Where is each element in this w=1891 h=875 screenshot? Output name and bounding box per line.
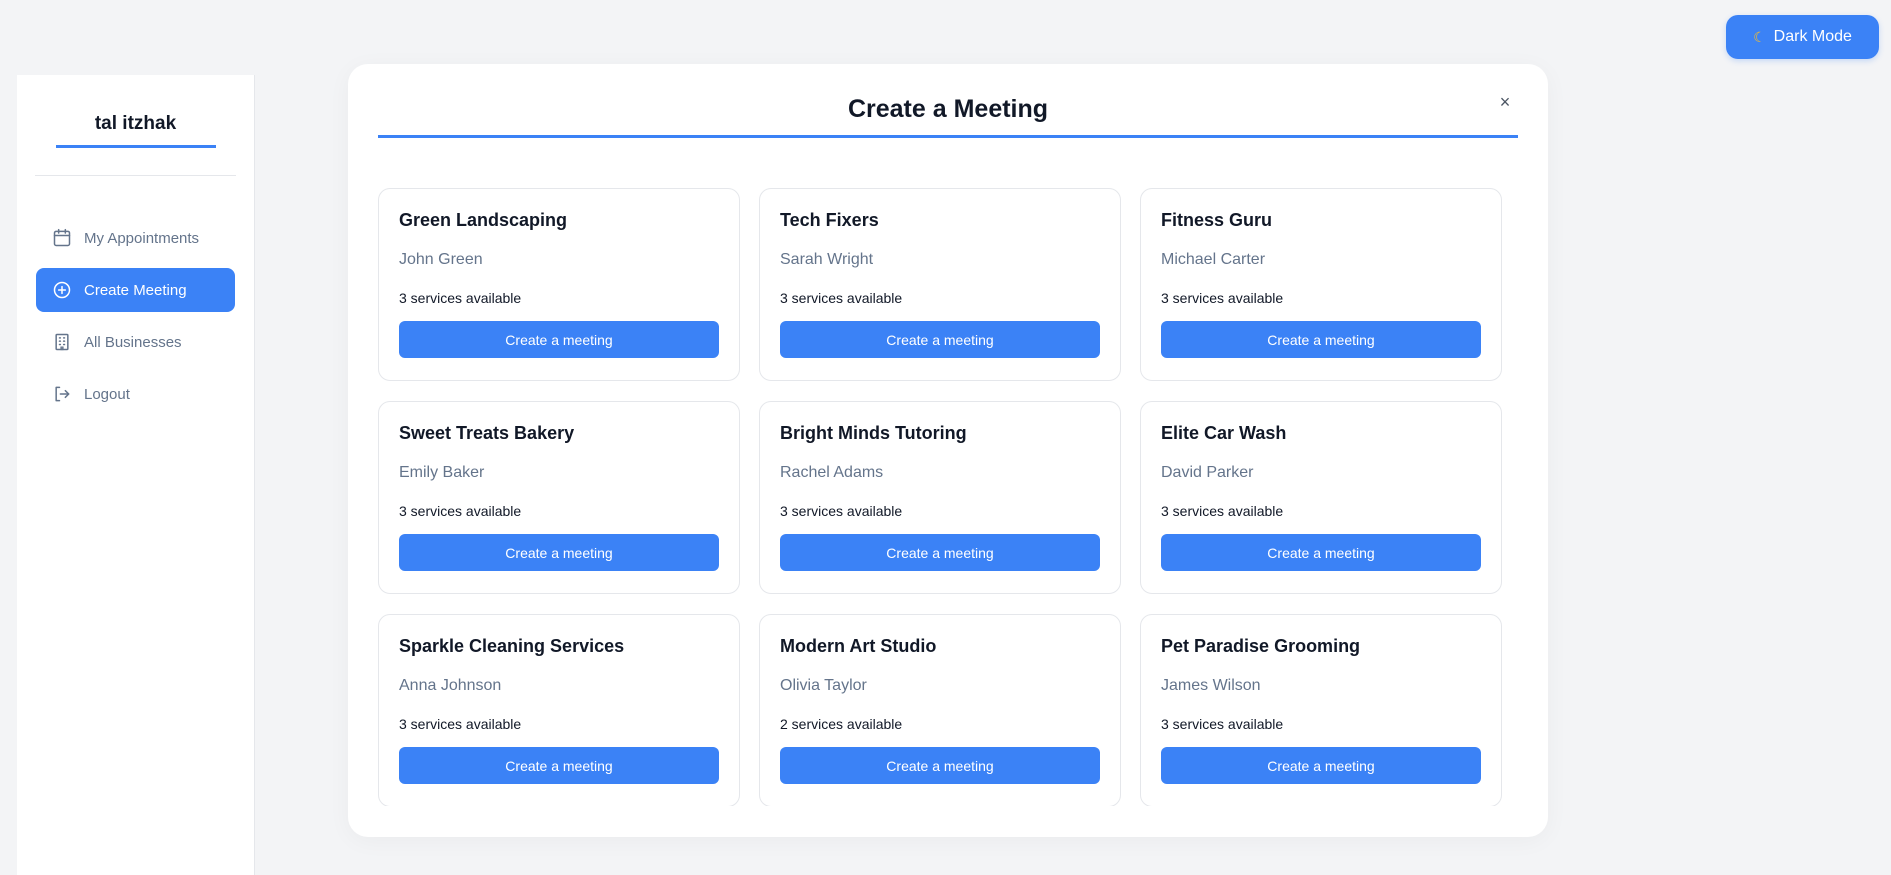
services-count: 3 services available [1161, 503, 1284, 519]
business-card: Elite Car Wash David Parker 3 services a… [1140, 401, 1502, 594]
sidebar-header: tal itzhak [35, 75, 236, 176]
building-icon [55, 333, 69, 351]
sidebar-item-label: My Appointments [84, 229, 200, 247]
dark-mode-toggle[interactable]: ☾ Dark Mode [1726, 15, 1879, 59]
create-meeting-button[interactable]: Create a meeting [399, 321, 719, 358]
sidebar-item-my-appointments[interactable]: My Appointments [36, 216, 235, 260]
business-owner: David Parker [1161, 464, 1254, 481]
create-meeting-button[interactable]: Create a meeting [1161, 321, 1481, 358]
business-owner: Michael Carter [1161, 251, 1266, 268]
business-card: Bright Minds Tutoring Rachel Adams 3 ser… [759, 401, 1121, 594]
sidebar-item-label: All Businesses [84, 333, 182, 351]
business-owner: James Wilson [1161, 677, 1261, 694]
services-count: 2 services available [780, 716, 903, 732]
user-name: tal itzhak [55, 113, 216, 148]
services-count: 3 services available [780, 503, 903, 519]
business-card: Fitness Guru Michael Carter 3 services a… [1140, 188, 1502, 381]
services-count: 3 services available [399, 503, 522, 519]
business-name: Modern Art Studio [780, 636, 937, 656]
modal-title: Create a Meeting [378, 94, 1518, 138]
create-meeting-button[interactable]: Create a meeting [780, 534, 1100, 571]
create-meeting-button[interactable]: Create a meeting [780, 747, 1100, 784]
sidebar-item-logout[interactable]: Logout [36, 372, 235, 416]
business-owner: Olivia Taylor [780, 677, 867, 694]
business-owner: Sarah Wright [780, 251, 874, 268]
moon-icon: ☾ [1753, 28, 1766, 45]
business-name: Tech Fixers [780, 210, 879, 230]
business-name: Elite Car Wash [1161, 423, 1287, 443]
sidebar-item-create-meeting[interactable]: Create Meeting [36, 268, 235, 312]
business-name: Sparkle Cleaning Services [399, 636, 625, 656]
sidebar-item-all-businesses[interactable]: All Businesses [36, 320, 235, 364]
business-grid: Green Landscaping John Green 3 services … [378, 170, 1531, 806]
create-meeting-button[interactable]: Create a meeting [399, 747, 719, 784]
business-card: Green Landscaping John Green 3 services … [378, 188, 740, 381]
business-card: Pet Paradise Grooming James Wilson 3 ser… [1140, 614, 1502, 806]
dark-mode-label: Dark Mode [1773, 28, 1852, 45]
plus-circle-icon [53, 281, 71, 299]
logout-icon [55, 386, 70, 402]
calendar-icon [53, 228, 71, 247]
business-owner: John Green [399, 251, 483, 268]
services-count: 3 services available [1161, 290, 1284, 306]
business-name: Green Landscaping [399, 210, 568, 230]
create-meeting-modal: Create a Meeting × Green Landscaping Joh… [348, 64, 1548, 837]
sidebar-nav: My Appointments Create Meeting All Busin… [17, 176, 254, 416]
services-count: 3 services available [1161, 716, 1284, 732]
business-name: Sweet Treats Bakery [399, 423, 575, 443]
create-meeting-button[interactable]: Create a meeting [1161, 747, 1481, 784]
business-name: Fitness Guru [1161, 210, 1273, 230]
business-card: Modern Art Studio Olivia Taylor 2 servic… [759, 614, 1121, 806]
services-count: 3 services available [399, 716, 522, 732]
business-card: Sweet Treats Bakery Emily Baker 3 servic… [378, 401, 740, 594]
business-card: Tech Fixers Sarah Wright 3 services avai… [759, 188, 1121, 381]
business-name: Pet Paradise Grooming [1161, 636, 1361, 656]
business-list[interactable]: Green Landscaping John Green 3 services … [378, 170, 1531, 806]
services-count: 3 services available [780, 290, 903, 306]
create-meeting-button[interactable]: Create a meeting [780, 321, 1100, 358]
business-card: Sparkle Cleaning Services Anna Johnson 3… [378, 614, 740, 806]
sidebar-item-label: Logout [84, 385, 130, 403]
create-meeting-button[interactable]: Create a meeting [1161, 534, 1481, 571]
business-name: Bright Minds Tutoring [780, 423, 967, 443]
close-icon[interactable]: × [1493, 90, 1517, 114]
business-owner: Anna Johnson [399, 677, 502, 694]
business-owner: Rachel Adams [780, 464, 884, 481]
create-meeting-button[interactable]: Create a meeting [399, 534, 719, 571]
business-owner: Emily Baker [399, 464, 485, 481]
sidebar: tal itzhak My Appointments Create Meetin… [17, 75, 255, 875]
sidebar-item-label: Create Meeting [84, 281, 187, 299]
services-count: 3 services available [399, 290, 522, 306]
